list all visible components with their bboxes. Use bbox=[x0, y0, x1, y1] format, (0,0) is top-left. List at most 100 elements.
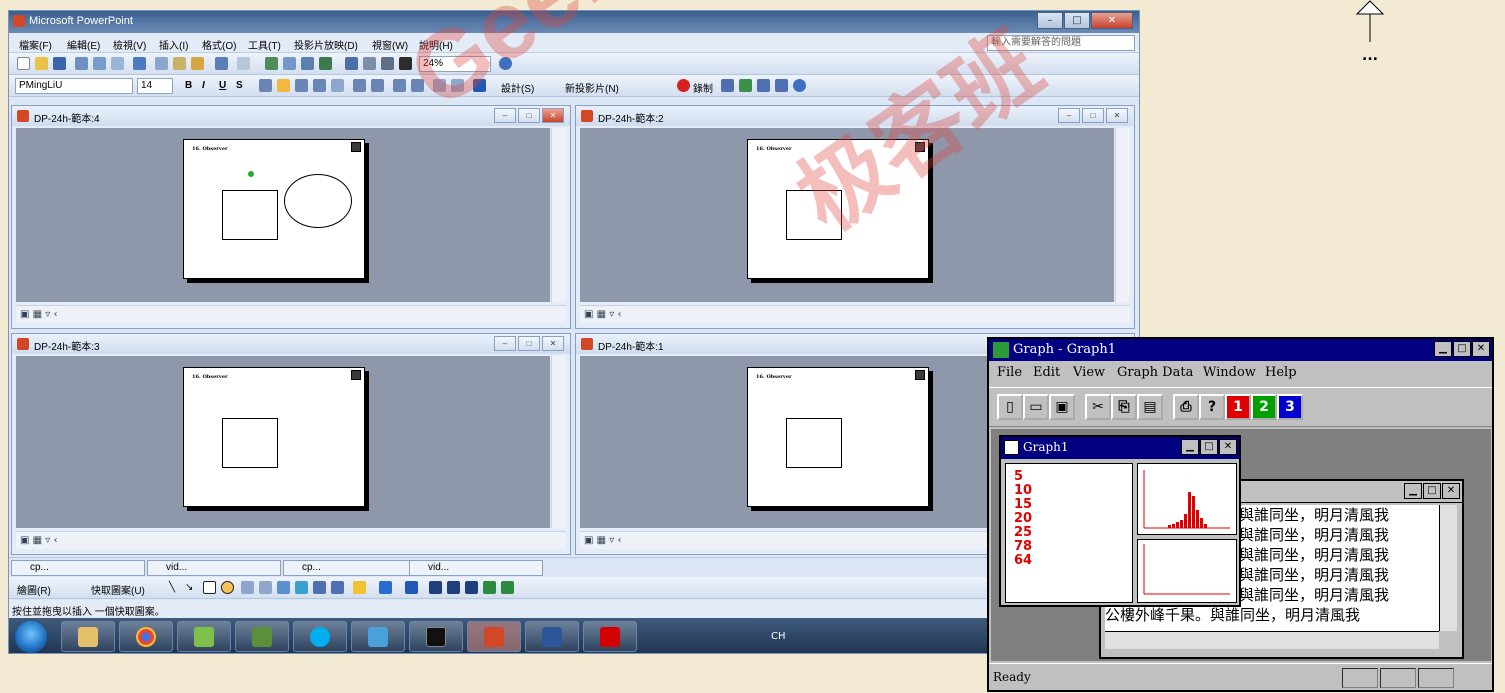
minimized-window[interactable]: vid... bbox=[409, 560, 543, 576]
help-icon-2[interactable] bbox=[793, 79, 806, 92]
taskbar-app[interactable] bbox=[351, 621, 405, 652]
distributed-icon[interactable] bbox=[331, 79, 344, 92]
rectangle-shape[interactable] bbox=[786, 418, 842, 468]
start-button[interactable] bbox=[15, 621, 47, 653]
ellipse-shape[interactable] bbox=[284, 174, 352, 228]
redo-icon[interactable] bbox=[237, 57, 250, 70]
minimized-window[interactable]: cp... bbox=[11, 560, 145, 576]
menu-edit[interactable]: Edit bbox=[1033, 365, 1060, 380]
minimized-window[interactable]: vid... bbox=[147, 560, 281, 576]
taskbar-app[interactable] bbox=[177, 621, 231, 652]
minimize-button[interactable]: – bbox=[494, 336, 516, 351]
permission-icon[interactable] bbox=[75, 57, 88, 70]
minimize-button[interactable]: ▁ bbox=[1404, 483, 1422, 499]
minimize-button[interactable]: ▁ bbox=[1434, 341, 1452, 357]
tables-borders-icon[interactable] bbox=[301, 57, 314, 70]
bold-button[interactable]: B bbox=[185, 80, 192, 91]
view-1-button[interactable]: 1 bbox=[1225, 394, 1251, 420]
decrease-font-icon[interactable] bbox=[411, 79, 424, 92]
restore-button[interactable]: □ bbox=[518, 108, 540, 123]
autoshapes-menu-button[interactable]: 快取圖案(U) bbox=[91, 582, 145, 597]
menu-file[interactable]: 檔案(F) bbox=[19, 37, 52, 52]
save-icon[interactable] bbox=[53, 57, 66, 70]
view-buttons[interactable]: ▣ ▦ ▿ ‹ bbox=[584, 309, 621, 320]
selected-rectangle[interactable] bbox=[222, 190, 278, 240]
paste-icon[interactable] bbox=[191, 57, 204, 70]
close-button[interactable]: ✕ bbox=[1091, 12, 1133, 29]
arrow-style-icon[interactable] bbox=[465, 581, 478, 594]
decrease-indent-icon[interactable] bbox=[433, 79, 446, 92]
save-icon[interactable]: ▣ bbox=[1049, 394, 1075, 420]
zoom-select[interactable]: 24% bbox=[419, 56, 491, 72]
horizontal-scrollbar[interactable] bbox=[1105, 631, 1439, 649]
slide-canvas[interactable]: 16. Observer bbox=[16, 128, 550, 302]
menu-help[interactable]: Help bbox=[1265, 365, 1297, 380]
menu-format[interactable]: 格式(O) bbox=[202, 37, 236, 52]
restore-button[interactable]: □ bbox=[1082, 108, 1104, 123]
horizontal-scrollbar[interactable]: ▣ ▦ ▿ ‹ bbox=[16, 531, 566, 549]
close-button[interactable]: ✕ bbox=[1219, 439, 1237, 455]
maximize-button[interactable]: □ bbox=[1200, 439, 1218, 455]
align-left-icon[interactable] bbox=[259, 79, 272, 92]
minimize-button[interactable]: – bbox=[1058, 108, 1080, 123]
print-icon[interactable]: ⎙ bbox=[1173, 394, 1199, 420]
cut-icon[interactable] bbox=[155, 57, 168, 70]
new-slide-button[interactable]: 新投影片(N) bbox=[565, 80, 619, 95]
oval-tool-icon[interactable] bbox=[221, 581, 234, 594]
minimized-window[interactable]: cp... bbox=[283, 560, 417, 576]
maximize-button[interactable]: □ bbox=[1064, 12, 1090, 29]
paste-icon[interactable]: ▤ bbox=[1137, 394, 1163, 420]
view-buttons[interactable]: ▣ ▦ ▿ ‹ bbox=[20, 309, 57, 320]
increase-font-icon[interactable] bbox=[393, 79, 406, 92]
language-indicator[interactable]: CH bbox=[771, 631, 786, 642]
minimize-button[interactable]: – bbox=[1037, 12, 1063, 29]
taskbar-chrome[interactable] bbox=[119, 621, 173, 652]
menu-window[interactable]: Window bbox=[1203, 365, 1256, 380]
record-icon[interactable] bbox=[677, 79, 690, 92]
help-icon[interactable] bbox=[499, 57, 512, 70]
menu-slideshow[interactable]: 投影片放映(D) bbox=[294, 37, 358, 52]
line-color-icon[interactable] bbox=[379, 581, 392, 594]
font-size-select[interactable]: 14 bbox=[137, 78, 173, 94]
close-button[interactable]: ✕ bbox=[542, 108, 564, 123]
bullets-icon[interactable] bbox=[371, 79, 384, 92]
font-color-icon[interactable] bbox=[405, 581, 418, 594]
dash-style-icon[interactable] bbox=[447, 581, 460, 594]
minimize-button[interactable]: ▁ bbox=[1181, 439, 1199, 455]
horizontal-scrollbar[interactable]: ▣ ▦ ▿ ‹ bbox=[580, 305, 1130, 323]
menu-insert[interactable]: 插入(I) bbox=[159, 37, 188, 52]
slide[interactable]: 16. Observer bbox=[183, 139, 365, 279]
minimize-button[interactable]: – bbox=[494, 108, 516, 123]
taskbar-skype[interactable] bbox=[293, 621, 347, 652]
draw-menu-button[interactable]: 繪圖(R) bbox=[17, 582, 51, 597]
bar-chart-view[interactable] bbox=[1137, 463, 1237, 535]
help-search-input[interactable]: 輸入需要解答的問題 bbox=[987, 35, 1135, 51]
menu-view[interactable]: 檢視(V) bbox=[113, 37, 146, 52]
macro-icon[interactable] bbox=[721, 79, 734, 92]
visual-basic-icon[interactable] bbox=[739, 79, 752, 92]
vertical-scrollbar[interactable] bbox=[1439, 505, 1457, 631]
print-icon[interactable] bbox=[93, 57, 106, 70]
fill-color-icon[interactable] bbox=[353, 581, 366, 594]
restore-button[interactable]: □ bbox=[518, 336, 540, 351]
record-button[interactable]: 錄制 bbox=[693, 80, 713, 95]
taskbar-explorer[interactable] bbox=[61, 621, 115, 652]
menu-edit[interactable]: 編輯(E) bbox=[67, 37, 100, 52]
control-toolbox-icon[interactable] bbox=[757, 79, 770, 92]
line-tool-icon[interactable]: ╲ bbox=[169, 582, 175, 593]
vertical-scrollbar[interactable] bbox=[1115, 128, 1130, 302]
copy-icon[interactable]: ⎘ bbox=[1111, 394, 1137, 420]
color-grayscale-icon[interactable] bbox=[399, 57, 412, 70]
underline-button[interactable]: U bbox=[219, 80, 226, 91]
table-icon[interactable] bbox=[283, 57, 296, 70]
cut-icon[interactable]: ✂ bbox=[1085, 394, 1111, 420]
show-formatting-icon[interactable] bbox=[363, 57, 376, 70]
new-icon[interactable]: ▯ bbox=[997, 394, 1023, 420]
rectangle-shape[interactable] bbox=[786, 190, 842, 240]
taskbar-console[interactable] bbox=[409, 621, 463, 652]
taskbar-powerpoint[interactable] bbox=[467, 621, 521, 652]
shadow-button[interactable]: S bbox=[236, 80, 243, 91]
slide-canvas[interactable]: 16. Observer bbox=[16, 356, 550, 528]
align-right-icon[interactable] bbox=[295, 79, 308, 92]
textbox-icon[interactable] bbox=[241, 581, 254, 594]
